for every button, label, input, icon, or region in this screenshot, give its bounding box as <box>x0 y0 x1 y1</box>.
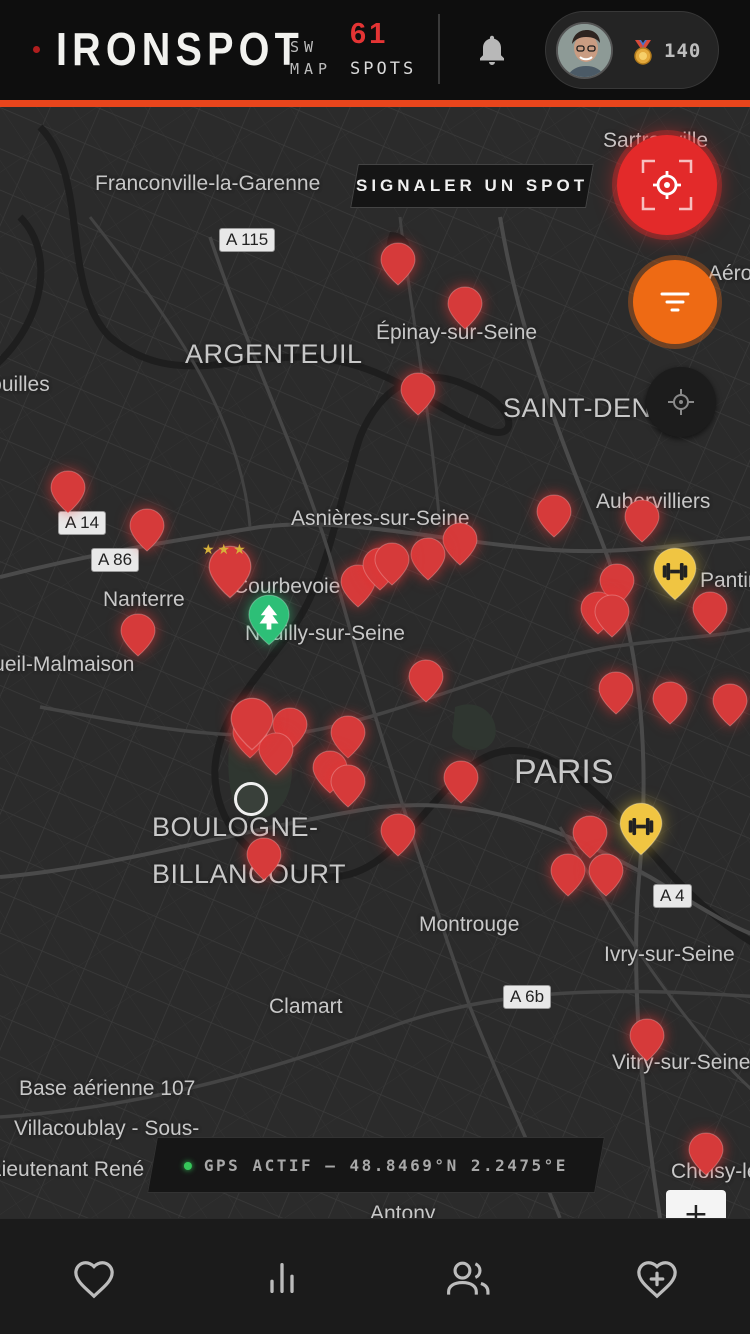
spot-count-label: SPOTS <box>350 59 417 79</box>
spot-pin[interactable] <box>550 853 586 897</box>
user-location-marker <box>234 782 268 816</box>
spot-pin[interactable] <box>330 764 366 808</box>
spot-pin[interactable] <box>246 837 282 881</box>
spot-pin[interactable] <box>594 594 630 638</box>
place-label: BOULOGNE- <box>152 812 319 842</box>
spot-pin[interactable] <box>688 1132 724 1176</box>
scan-target-icon <box>641 159 693 211</box>
place-label: Aéroport <box>708 262 750 285</box>
road-label: A 115 <box>219 228 276 252</box>
spot-pin[interactable] <box>652 681 688 725</box>
users-icon <box>447 1261 490 1295</box>
spot-pin[interactable] <box>712 683 748 727</box>
brand-subtitle-line2: MAP <box>290 60 333 78</box>
heart-icon <box>74 1261 114 1299</box>
avatar <box>556 22 613 79</box>
spot-pin[interactable] <box>447 286 483 330</box>
place-label: Franconville-la-Garenne <box>95 172 321 195</box>
tab-add-favorite[interactable] <box>633 1254 681 1302</box>
park-pin[interactable] <box>246 594 292 646</box>
profile-button[interactable]: 140 <box>545 11 719 89</box>
tab-community[interactable] <box>444 1254 492 1302</box>
place-label: Houilles <box>0 373 50 396</box>
report-spot-label: SIGNALER UN SPOT <box>355 176 589 195</box>
tab-favorites[interactable] <box>70 1254 118 1302</box>
spot-pin[interactable] <box>442 522 478 566</box>
spot-pin[interactable] <box>408 659 444 703</box>
header-divider <box>438 14 440 84</box>
bottom-tab-bar <box>0 1218 750 1334</box>
locate-button[interactable] <box>646 367 716 437</box>
filter-icon <box>660 292 690 312</box>
place-label: PARIS <box>514 753 614 791</box>
user-points: 140 <box>664 40 702 62</box>
crosshair-icon <box>668 389 694 415</box>
place-label: Antony <box>370 1202 436 1218</box>
map-view[interactable]: Franconville-la-Garenne ARGENTEUIL Épina… <box>0 107 750 1218</box>
place-label: Pantin <box>700 569 750 592</box>
road-label: A 6b <box>503 985 552 1009</box>
gps-status-text: GPS ACTIF — 48.8469°N 2.2475°E <box>204 1155 568 1175</box>
status-dot <box>33 46 40 53</box>
spot-pin[interactable] <box>380 813 416 857</box>
header-accent-line <box>0 100 750 107</box>
place-label: Base aérienne 107 <box>19 1077 196 1100</box>
place-label: Rueil-Malmaison <box>0 653 135 676</box>
rating-stars: ★★★ <box>202 541 249 557</box>
spot-pin[interactable] <box>629 1018 665 1062</box>
heart-plus-icon <box>637 1261 677 1299</box>
spot-pin[interactable] <box>129 508 165 552</box>
spot-pin[interactable] <box>443 760 479 804</box>
place-label: Ivry-sur-Seine <box>604 943 735 966</box>
brand-subtitle-line1: SW <box>290 38 319 56</box>
spot-pin[interactable] <box>50 470 86 514</box>
spot-pin-featured[interactable] <box>229 697 275 751</box>
tab-stats[interactable] <box>258 1254 306 1302</box>
gym-pin[interactable] <box>618 802 664 856</box>
place-label: ARGENTEUIL <box>185 339 363 369</box>
bell-icon[interactable] <box>474 32 510 68</box>
brand-subtitle: SW MAP <box>290 36 332 80</box>
spot-pin[interactable] <box>410 537 446 581</box>
road-label: A 14 <box>58 511 107 535</box>
spot-pin[interactable] <box>536 494 572 538</box>
road-label: A 4 <box>653 884 692 908</box>
spot-pin[interactable] <box>374 542 410 586</box>
gym-pin[interactable] <box>652 547 698 601</box>
zoom-in-button[interactable]: + <box>666 1190 726 1218</box>
spot-pin[interactable] <box>588 853 624 897</box>
app-header: IRONSPOT SW MAP 61 SPOTS 140 <box>0 0 750 100</box>
spot-count: 61 <box>350 18 389 50</box>
brand-title: IRONSPOT <box>56 23 304 75</box>
spot-pin[interactable] <box>380 242 416 286</box>
gps-status-bar: GPS ACTIF — 48.8469°N 2.2475°E <box>147 1137 605 1193</box>
place-label: Montrouge <box>419 913 520 936</box>
place-label: Nanterre <box>103 588 185 611</box>
place-label: Clamart <box>269 995 343 1018</box>
spot-pin[interactable] <box>400 372 436 416</box>
filter-button[interactable] <box>633 260 717 344</box>
bar-chart-icon <box>270 1263 294 1293</box>
gps-status-dot <box>184 1161 192 1169</box>
scan-button[interactable] <box>617 135 717 235</box>
spot-pin[interactable] <box>598 671 634 715</box>
report-spot-button[interactable]: SIGNALER UN SPOT <box>350 164 594 208</box>
spot-pin[interactable] <box>120 613 156 657</box>
medal-icon <box>632 40 654 71</box>
spot-pin[interactable] <box>624 499 660 543</box>
place-label: Lieutenant René <box>0 1158 145 1181</box>
